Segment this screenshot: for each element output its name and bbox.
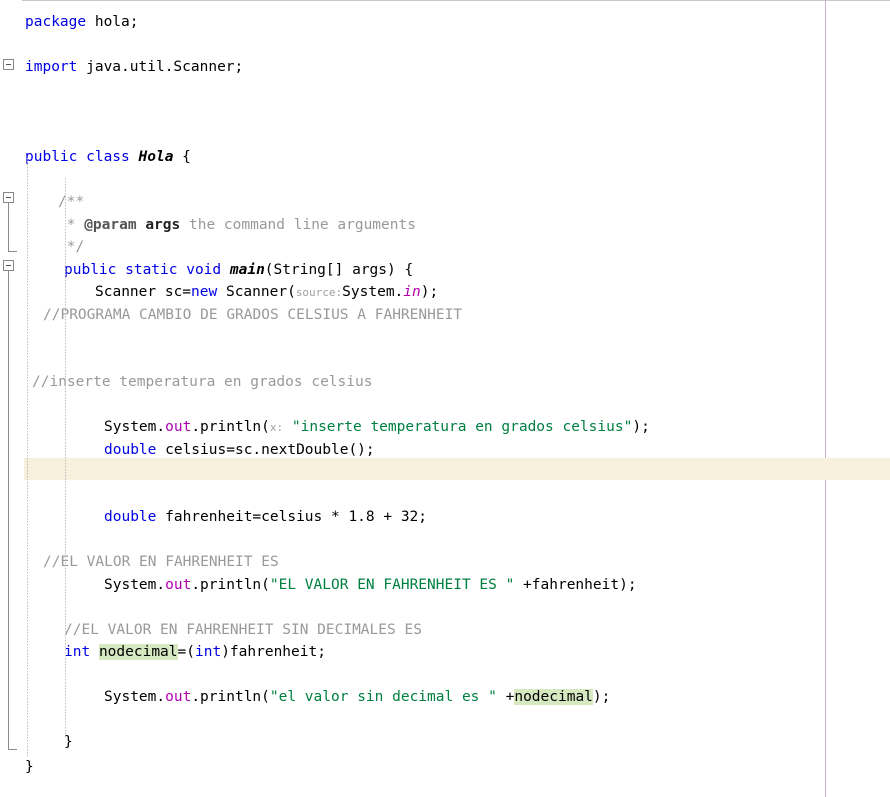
code-token: Scanner( (217, 284, 296, 300)
code-token: out (165, 419, 192, 435)
code-token: x: (269, 421, 284, 434)
code-token: import (25, 59, 78, 75)
highlighted-identifier: nodecimal (514, 689, 593, 705)
code-token: System. (104, 419, 166, 435)
code-token: )fahrenheit; (221, 644, 326, 660)
code-token: */ (58, 239, 85, 255)
code-line[interactable]: System.out.println("el valor sin decimal… (104, 686, 610, 709)
code-line[interactable]: //PROGRAMA CAMBIO DE GRADOS CELSIUS A FA… (43, 304, 462, 327)
source-code-text[interactable]: package hola; import java.util.Scanner; pu… (0, 0, 890, 797)
code-token: the command line arguments (180, 216, 416, 233)
code-line[interactable]: */ (58, 236, 84, 259)
code-token: out (165, 689, 192, 705)
code-token: package (25, 14, 87, 30)
code-token: =( (177, 644, 195, 660)
code-line[interactable]: * @param args the command line arguments (58, 214, 416, 237)
code-token: new (191, 284, 218, 300)
code-line[interactable]: public static void main(String[] args) { (64, 259, 413, 282)
code-token: int (194, 644, 222, 660)
code-line[interactable]: } (25, 756, 34, 779)
indent-guide-1 (27, 158, 28, 758)
code-token: ); (632, 419, 650, 435)
code-token: //EL VALOR EN FAHRENHEIT SIN DECIMALES E… (64, 621, 422, 638)
code-token: double (104, 509, 157, 525)
code-token: double (104, 441, 157, 458)
code-token: System. (104, 576, 166, 593)
code-token: public static void (64, 261, 230, 278)
code-token: { (173, 149, 191, 165)
code-token: public class (25, 149, 139, 165)
code-token: @param (84, 216, 137, 233)
code-token: (String[] args) { (264, 261, 414, 278)
code-token: //PROGRAMA CAMBIO DE GRADOS CELSIUS A FA… (43, 306, 463, 323)
code-editor-canvas[interactable]: package hola; import java.util.Scanner; pu… (0, 0, 890, 797)
code-token: celsius=sc.nextDouble(); (156, 441, 375, 458)
code-token: in (403, 284, 421, 300)
code-token: /** (58, 194, 85, 210)
code-line[interactable]: /** (58, 191, 84, 214)
code-token: .println( (191, 689, 270, 705)
code-line[interactable]: int nodecimal=(int)fahrenheit; (64, 641, 326, 664)
code-line[interactable]: System.out.println(x: "inserte temperatu… (104, 416, 650, 439)
code-token: //inserte temperatura en grados celsius (32, 374, 373, 390)
code-token: "el valor sin decimal es " (269, 689, 497, 705)
code-token: System. (104, 689, 166, 705)
code-token: "EL VALOR EN FAHRENHEIT ES " (269, 576, 515, 593)
code-token: source: (295, 286, 343, 299)
code-line[interactable]: import java.util.Scanner; (25, 56, 243, 79)
code-token: System. (342, 284, 404, 300)
code-token: main (229, 261, 265, 278)
code-line[interactable]: double fahrenheit=celsius * 1.8 + 32; (104, 506, 427, 529)
code-token: ); (420, 284, 439, 300)
highlighted-identifier: nodecimal (98, 644, 178, 660)
code-line[interactable]: System.out.println("EL VALOR EN FAHRENHE… (104, 574, 637, 597)
code-token: int (64, 644, 91, 660)
code-token: fahrenheit=celsius * 1.8 + 32; (156, 509, 428, 525)
code-token: .println( (191, 419, 270, 435)
code-token: Scanner sc= (95, 284, 192, 300)
code-token: //EL VALOR EN FAHRENHEIT ES (43, 554, 279, 570)
code-token: ); (592, 689, 611, 705)
code-token: java.util.Scanner; (77, 59, 244, 75)
code-token: Hola (138, 149, 174, 165)
code-token: "inserte temperatura en grados celsius" (291, 419, 633, 435)
code-token: * (58, 216, 85, 233)
code-token: args (145, 216, 181, 233)
code-line[interactable]: //EL VALOR EN FAHRENHEIT ES (43, 551, 279, 574)
code-token: + (496, 689, 515, 705)
code-line[interactable]: double celsius=sc.nextDouble(); (104, 439, 375, 462)
code-token: hola; (86, 14, 139, 30)
indent-guide-2 (65, 178, 66, 738)
code-line[interactable]: package hola; (25, 11, 139, 34)
code-token: } (25, 759, 34, 775)
code-line[interactable]: //inserte temperatura en grados celsius (32, 371, 372, 394)
code-token: out (165, 576, 192, 593)
code-token: +fahrenheit); (514, 576, 637, 593)
code-line[interactable]: //EL VALOR EN FAHRENHEIT SIN DECIMALES E… (64, 619, 422, 642)
code-token: .println( (191, 576, 270, 593)
code-line[interactable]: public class Hola { (25, 146, 191, 169)
code-line[interactable]: Scanner sc=new Scanner(source:System.in)… (95, 281, 438, 304)
